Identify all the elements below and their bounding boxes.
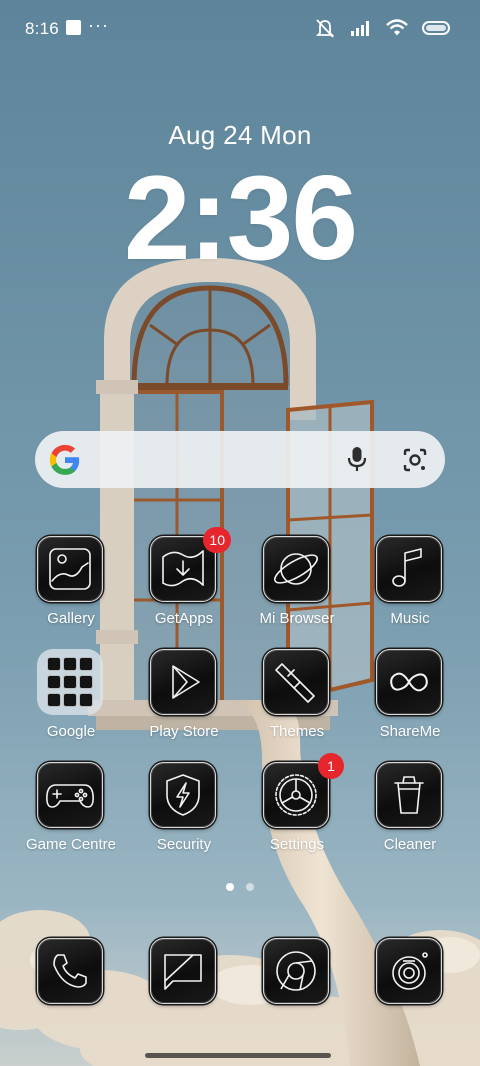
music-icon <box>376 536 442 602</box>
shareme-icon <box>376 649 442 715</box>
notification-badge: 1 <box>318 753 344 779</box>
status-time: 8:16 <box>25 19 59 38</box>
status-bar: 8:16 ··· <box>0 0 480 56</box>
dock-chrome[interactable] <box>263 938 329 1004</box>
gamepad-icon <box>37 762 103 828</box>
app-label: Gallery <box>47 610 95 627</box>
app-security[interactable]: Security <box>129 762 239 872</box>
battery-icon <box>422 21 450 35</box>
cleaner-icon <box>376 762 442 828</box>
app-label: Cleaner <box>383 836 437 853</box>
date-label: Aug 24 Mon <box>168 120 312 150</box>
google-folder-icon <box>37 649 103 715</box>
app-label: Game Centre <box>25 836 117 853</box>
page-indicator <box>0 883 480 893</box>
app-getapps[interactable]: 10 GetApps <box>129 527 239 646</box>
wifi-icon <box>386 19 408 36</box>
mute-icon <box>315 19 335 38</box>
app-cleaner[interactable]: Cleaner <box>355 762 465 872</box>
notification-badge: 10 <box>203 527 231 553</box>
google-logo-icon <box>49 444 80 475</box>
dock-phone[interactable] <box>37 938 103 1004</box>
browser-icon <box>263 536 329 602</box>
gesture-nav-bar[interactable] <box>145 1053 331 1058</box>
app-label: Settings <box>269 836 325 853</box>
app-music[interactable]: Music <box>355 536 465 646</box>
clock-widget[interactable]: 2:36 <box>0 158 480 278</box>
lens-icon[interactable] <box>399 444 431 476</box>
page-dot-active <box>226 883 234 891</box>
dock-messages[interactable] <box>150 938 216 1004</box>
play-store-icon <box>150 649 216 715</box>
app-shareme[interactable]: ShareMe <box>355 649 465 759</box>
app-label: Music <box>390 610 430 627</box>
app-settings[interactable]: 1 Settings <box>242 753 352 872</box>
google-search-bar[interactable] <box>35 431 445 488</box>
notification-square-icon <box>66 20 81 35</box>
app-gallery[interactable]: Gallery <box>16 536 126 646</box>
chrome-icon <box>263 938 329 1004</box>
app-label: Play Store <box>149 723 219 740</box>
signal-icon <box>351 21 369 36</box>
app-label: GetApps <box>154 610 214 627</box>
app-label: Themes <box>269 723 325 740</box>
phone-icon <box>37 938 103 1004</box>
more-notifications-icon: ··· <box>88 15 109 35</box>
app-themes[interactable]: Themes <box>242 649 352 759</box>
app-label: Security <box>156 836 212 853</box>
app-mi-browser[interactable]: Mi Browser <box>242 536 352 646</box>
security-icon <box>150 762 216 828</box>
app-game-centre[interactable]: Game Centre <box>16 762 126 872</box>
app-label: ShareMe <box>379 723 441 740</box>
page-dot <box>246 883 254 891</box>
messages-icon <box>150 938 216 1004</box>
app-google-folder[interactable]: Google <box>16 649 126 759</box>
camera-icon <box>376 938 442 1004</box>
gallery-icon <box>37 536 103 602</box>
mic-icon[interactable] <box>342 444 372 474</box>
dock-camera[interactable] <box>376 938 442 1004</box>
themes-icon <box>263 649 329 715</box>
app-label: Google <box>46 723 96 740</box>
app-label: Mi Browser <box>259 610 335 627</box>
app-play-store[interactable]: Play Store <box>129 649 239 759</box>
